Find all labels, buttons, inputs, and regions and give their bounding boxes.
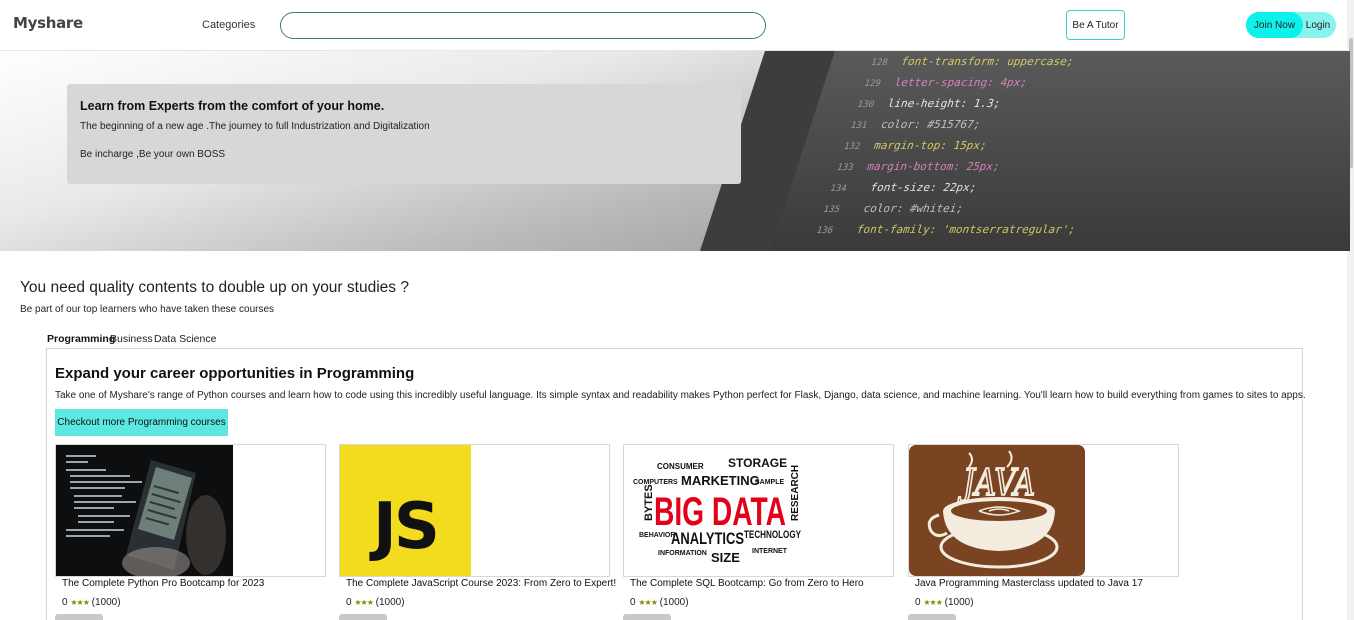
hero-code-line-number: 134 <box>829 183 849 194</box>
hero-code-line-number: 131 <box>849 120 869 131</box>
javascript-logo-image: JS <box>340 445 471 576</box>
word-internet: INTERNET <box>752 548 788 555</box>
course-thumbnail[interactable]: JS <box>339 444 610 577</box>
hero-card: Learn from Experts from the comfort of y… <box>67 84 741 184</box>
word-computers: COMPUTERS <box>633 479 678 486</box>
course-card[interactable]: The Complete Python Pro Bootcamp for 202… <box>55 444 327 620</box>
top-navbar: Myshare Categories Be A Tutor Join Now L… <box>0 0 1350 51</box>
course-card[interactable]: JAVA Java Programming Masterclass update… <box>908 444 1180 620</box>
course-card[interactable]: JS The Complete JavaScript Course 2023: … <box>339 444 616 620</box>
word-storage: STORAGE <box>728 456 787 470</box>
hero-code-lines: font-transform: uppercase; 128 letter-spac… <box>815 55 1077 236</box>
word-behavior: BEHAVIOR <box>639 532 675 539</box>
enroll-button[interactable] <box>908 614 956 620</box>
course-title[interactable]: The Complete SQL Bootcamp: Go from Zero … <box>630 578 864 589</box>
course-rating: 0 ★★★ (1000) <box>62 597 121 608</box>
be-a-tutor-button[interactable]: Be A Tutor <box>1066 10 1125 40</box>
rating-value: 0 <box>630 597 636 608</box>
word-consumer: CONSUMER <box>657 462 704 471</box>
course-title[interactable]: Java Programming Masterclass updated to … <box>915 578 1143 589</box>
rating-count: (1000) <box>944 597 974 608</box>
course-title[interactable]: The Complete Python Pro Bootcamp for 202… <box>62 578 264 589</box>
rating-count: (1000) <box>659 597 689 608</box>
course-thumbnail[interactable] <box>55 444 326 577</box>
hero-code-line: color: #515767; <box>879 118 982 131</box>
python-phone-image <box>56 445 233 576</box>
word-sample: SAMPLE <box>755 479 785 486</box>
hero-code-line: margin-bottom: 25px; <box>865 160 1001 173</box>
hero-code-line-number: 130 <box>856 99 876 110</box>
course-panel: Expand your career opportunities in Prog… <box>46 348 1306 620</box>
word-analytics: ANALYTICS <box>671 529 744 548</box>
panel-title: Expand your career opportunities in Prog… <box>55 365 415 382</box>
hero-code-line-number: 132 <box>842 141 862 152</box>
hero-code-line-number: 128 <box>869 57 889 68</box>
rating-count: (1000) <box>375 597 405 608</box>
word-research: RESEARCH <box>790 465 801 521</box>
hero-subtitle: The beginning of a new age .The journey … <box>80 121 430 132</box>
rating-value: 0 <box>62 597 68 608</box>
word-big-data: BIG DATA <box>654 490 786 534</box>
hero-code-line-number: 129 <box>863 78 883 89</box>
hero-code-line: font-transform: uppercase; <box>899 55 1075 68</box>
hero-code-line: letter-spacing: 4px; <box>893 76 1029 89</box>
course-rating: 0 ★★★ (1000) <box>915 597 974 608</box>
js-logo-text: JS <box>373 490 440 564</box>
course-rating: 0 ★★★ (1000) <box>630 597 689 608</box>
section-title: You need quality contents to double up o… <box>20 279 409 296</box>
hero-code-line-number: 133 <box>835 162 855 173</box>
brand-logo[interactable]: Myshare <box>13 14 83 32</box>
hero-code-line-number: 135 <box>822 204 842 215</box>
enroll-button[interactable] <box>55 614 103 620</box>
star-icon: ★★★ <box>923 598 942 607</box>
rating-value: 0 <box>915 597 921 608</box>
enroll-button[interactable] <box>339 614 387 620</box>
hero-code-line: color: #whitei; <box>862 202 965 215</box>
login-button[interactable]: Login <box>1303 12 1333 38</box>
tab-business[interactable]: Business <box>110 333 153 345</box>
hero-code-line: line-height: 1.3; <box>886 97 1003 110</box>
hero-tagline: Be incharge ,Be your own BOSS <box>80 149 226 160</box>
rating-count: (1000) <box>91 597 121 608</box>
hero-code-line: margin-top: 15px; <box>872 139 989 152</box>
tab-data-science[interactable]: Data Science <box>154 333 216 345</box>
hero-code-line: font-family: 'montserratregular'; <box>855 223 1077 236</box>
hero-code-line-number: 136 <box>815 225 835 236</box>
star-icon: ★★★ <box>354 598 373 607</box>
categories-menu[interactable]: Categories <box>202 19 255 31</box>
hero-code-line: font-size: 22px; <box>869 181 979 194</box>
hero-banner: font-transform: uppercase; 128 letter-spac… <box>0 51 1350 251</box>
course-thumbnail[interactable]: CONSUMER STORAGE COMPUTERS MARKETING SAM… <box>623 444 894 577</box>
join-now-button[interactable]: Join Now <box>1246 12 1303 38</box>
enroll-button[interactable] <box>623 614 671 620</box>
rating-value: 0 <box>346 597 352 608</box>
checkout-programming-courses-button[interactable]: Checkout more Programming courses <box>55 409 228 436</box>
course-thumbnail[interactable]: JAVA <box>908 444 1179 577</box>
search-input[interactable] <box>280 12 766 39</box>
course-rating: 0 ★★★ (1000) <box>346 597 405 608</box>
section-subtitle: Be part of our top learners who have tak… <box>20 304 275 315</box>
word-size: SIZE <box>711 550 740 565</box>
star-icon: ★★★ <box>70 598 89 607</box>
course-title[interactable]: The Complete JavaScript Course 2023: Fro… <box>346 578 616 589</box>
word-marketing: MARKETING <box>681 473 760 488</box>
tab-programming[interactable]: Programming <box>47 333 115 345</box>
big-data-word-cloud-image: CONSUMER STORAGE COMPUTERS MARKETING SAM… <box>633 456 801 565</box>
hero-title: Learn from Experts from the comfort of y… <box>80 99 385 113</box>
hero-code-screen: font-transform: uppercase; 128 letter-spac… <box>770 51 1350 251</box>
word-technology: TECHNOLOGY <box>744 529 801 541</box>
course-card[interactable]: CONSUMER STORAGE COMPUTERS MARKETING SAM… <box>623 444 895 620</box>
star-icon: ★★★ <box>638 598 657 607</box>
java-coffee-cup-image: JAVA <box>909 445 1085 576</box>
panel-description: Take one of Myshare's range of Python co… <box>55 390 1306 401</box>
word-information: INFORMATION <box>658 550 707 557</box>
